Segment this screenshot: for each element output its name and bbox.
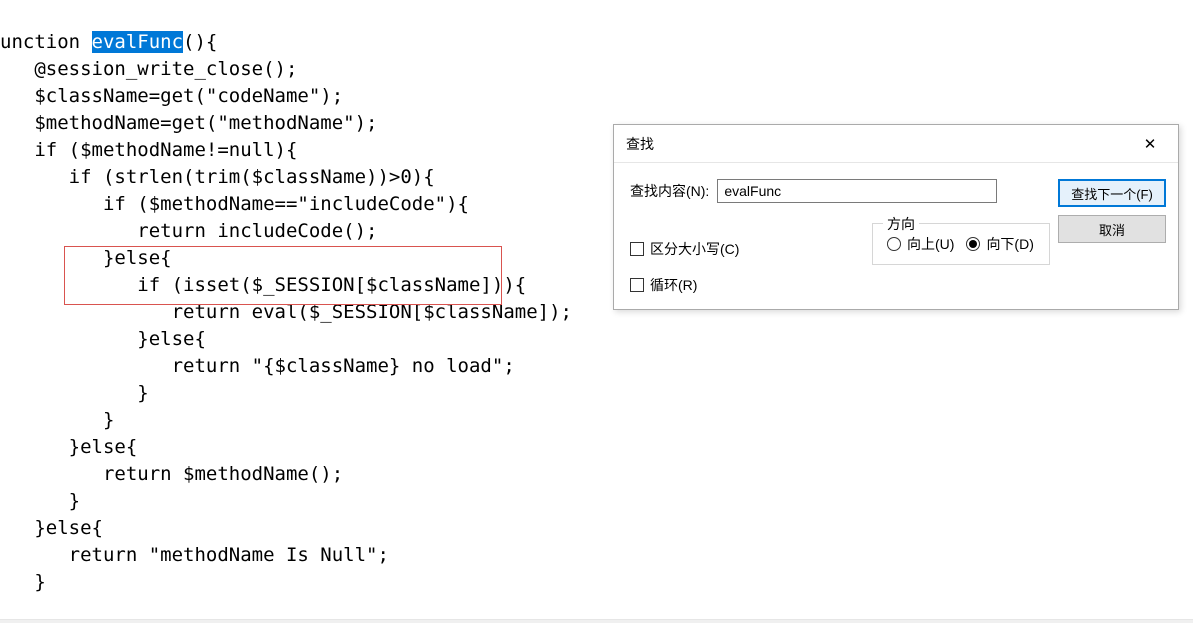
selected-text: evalFunc	[92, 31, 184, 53]
close-icon: ✕	[1144, 135, 1157, 153]
code-line: return eval($_SESSION[$className]);	[0, 301, 572, 323]
wrap-checkbox[interactable]: 循环(R)	[630, 275, 1046, 295]
checkbox-label: 区分大小写(C)	[650, 239, 739, 259]
cancel-button[interactable]: 取消	[1058, 215, 1166, 243]
button-label: 查找下一个(F)	[1071, 184, 1153, 203]
direction-down-radio[interactable]: 向下(D)	[966, 234, 1033, 254]
find-next-button[interactable]: 查找下一个(F)	[1058, 179, 1166, 207]
direction-group: 方向 向上(U) 向下(D)	[872, 223, 1050, 265]
code-line: }	[0, 571, 46, 593]
code-line: }else{	[0, 436, 137, 458]
code-line: }else{	[0, 247, 172, 269]
code-line: }	[0, 382, 149, 404]
code-line: return "{$className} no load";	[0, 355, 515, 377]
code-line: if ($methodName!=null){	[0, 139, 297, 161]
code-line: return includeCode();	[0, 220, 378, 242]
find-dialog: 查找 ✕ 查找内容(N): 区分大小写(C) 循环(R) 方向	[613, 124, 1179, 310]
code-line: }else{	[0, 328, 206, 350]
code-line: $className=get("codeName");	[0, 85, 343, 107]
dialog-title: 查找	[626, 134, 654, 154]
checkbox-icon	[630, 242, 644, 256]
code-line: @session_write_close();	[0, 58, 297, 80]
code-line: if ($methodName=="includeCode"){	[0, 193, 469, 215]
dialog-body: 查找内容(N): 区分大小写(C) 循环(R) 方向 向上(U)	[614, 163, 1178, 309]
code-editor[interactable]: unction evalFunc(){ @session_write_close…	[0, 0, 1193, 623]
code-line: unction evalFunc(){	[0, 31, 217, 53]
radio-icon	[887, 237, 901, 251]
button-label: 取消	[1099, 220, 1125, 239]
code-line: if (strlen(trim($className))>0){	[0, 166, 435, 188]
code-line: return $methodName();	[0, 463, 343, 485]
code-line: return "methodName Is Null";	[0, 544, 389, 566]
status-bar	[0, 619, 1193, 623]
code-line: }	[0, 409, 114, 431]
checkbox-label: 循环(R)	[650, 275, 697, 295]
code-line: }	[0, 490, 80, 512]
radio-label: 向上(U)	[907, 234, 954, 254]
code-line: }else{	[0, 517, 103, 539]
close-button[interactable]: ✕	[1128, 129, 1172, 159]
code-line: if (isset($_SESSION[$className])){	[0, 274, 526, 296]
radio-icon	[966, 237, 980, 251]
dialog-titlebar[interactable]: 查找 ✕	[614, 125, 1178, 163]
search-label: 查找内容(N):	[630, 181, 709, 201]
search-input[interactable]	[717, 179, 997, 203]
checkbox-icon	[630, 278, 644, 292]
code-line: $methodName=get("methodName");	[0, 112, 378, 134]
direction-up-radio[interactable]: 向上(U)	[887, 234, 954, 254]
radio-label: 向下(D)	[986, 234, 1033, 254]
direction-legend: 方向	[883, 214, 919, 234]
